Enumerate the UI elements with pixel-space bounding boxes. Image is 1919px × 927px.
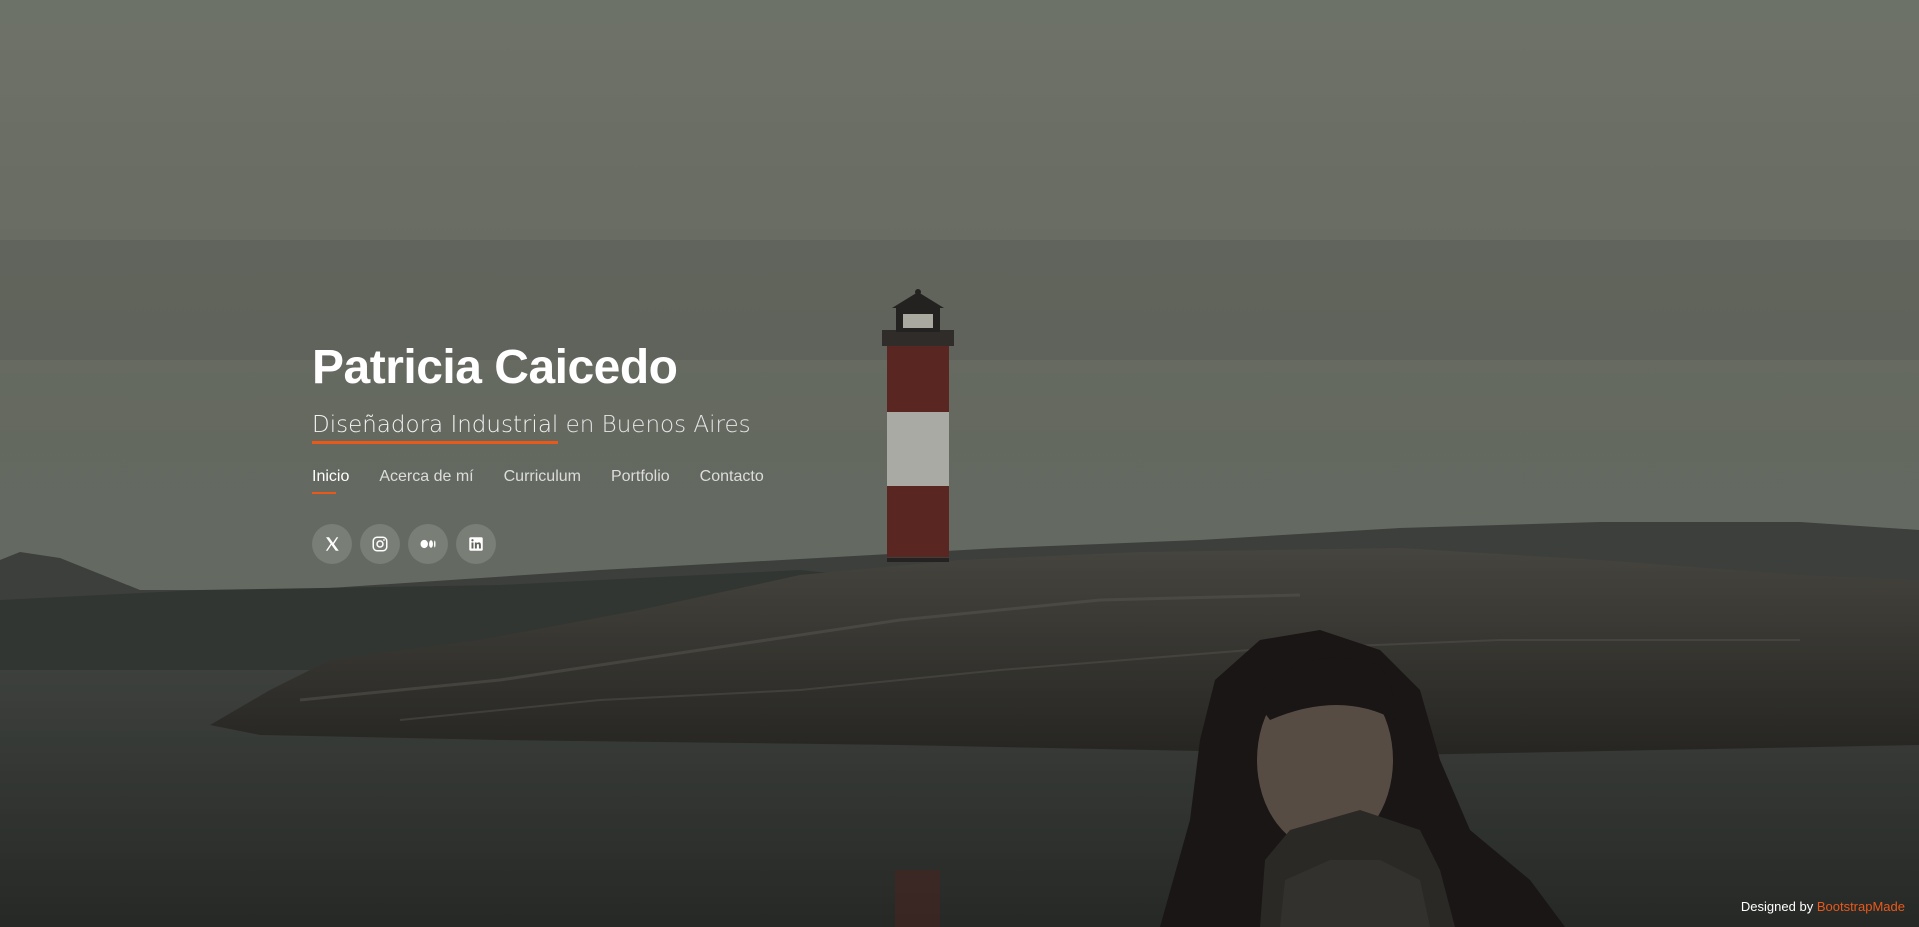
main-nav: Inicio Acerca de mí Curriculum Portfolio…	[312, 468, 1112, 494]
nav-item-acerca[interactable]: Acerca de mí	[379, 468, 473, 494]
x-twitter-link[interactable]	[312, 524, 352, 564]
subtitle-highlight: Diseñadora Industrial	[312, 412, 559, 444]
hero-section: Patricia Caicedo Diseñadora Industrial e…	[0, 0, 1919, 927]
social-links	[312, 524, 1112, 564]
hero-content: Patricia Caicedo Diseñadora Industrial e…	[312, 340, 1112, 564]
nav-item-inicio[interactable]: Inicio	[312, 468, 349, 494]
nav-item-curriculum[interactable]: Curriculum	[504, 468, 581, 494]
instagram-icon	[372, 536, 388, 552]
medium-icon	[420, 539, 436, 549]
credits-prefix: Designed by	[1740, 899, 1814, 914]
hero-subtitle: Diseñadora Industrial en Buenos Aires	[312, 410, 1112, 444]
footer-credits: Designed by BootstrapMade	[1741, 899, 1905, 914]
linkedin-icon	[469, 537, 483, 551]
instagram-link[interactable]	[360, 524, 400, 564]
credits-link[interactable]: BootstrapMade	[1817, 899, 1905, 914]
x-twitter-icon	[325, 537, 339, 551]
nav-item-portfolio[interactable]: Portfolio	[611, 468, 670, 494]
medium-link[interactable]	[408, 524, 448, 564]
nav-item-contacto[interactable]: Contacto	[700, 468, 764, 494]
linkedin-link[interactable]	[456, 524, 496, 564]
page-title: Patricia Caicedo	[312, 341, 678, 394]
subtitle-rest: en Buenos Aires	[565, 412, 751, 438]
